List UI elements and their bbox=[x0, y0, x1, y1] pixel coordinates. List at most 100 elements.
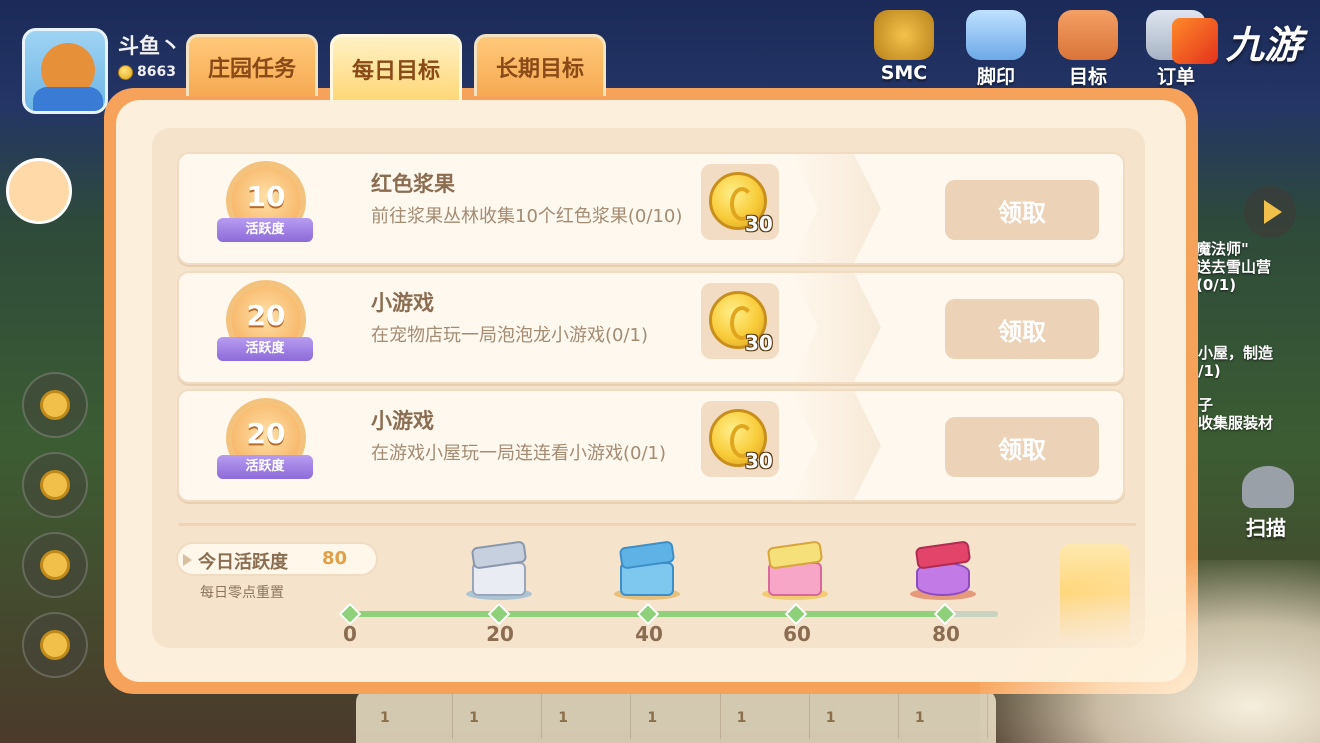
player-avatar[interactable] bbox=[22, 28, 108, 114]
coin-icon bbox=[118, 64, 133, 80]
task-title: 小游戏 bbox=[371, 291, 434, 315]
activity-label: 今日活跃度 bbox=[198, 552, 288, 573]
expand-triangle-icon bbox=[183, 554, 192, 566]
footprint-button[interactable]: 脚印 bbox=[966, 10, 1026, 89]
satellite-dish-icon bbox=[1242, 466, 1294, 508]
inventory-slot[interactable]: 1 bbox=[810, 694, 899, 739]
light-glare bbox=[980, 560, 1320, 743]
section-divider bbox=[178, 523, 1136, 526]
right-quest-3[interactable]: 子 收集服装材 bbox=[1198, 396, 1273, 432]
scan-button[interactable]: 扫描 bbox=[1246, 512, 1286, 541]
inventory-slot[interactable]: 1 bbox=[899, 694, 988, 739]
smc-label: SMC bbox=[880, 62, 928, 84]
milestone-label: 0 bbox=[343, 622, 357, 646]
quest-line: (0/1) bbox=[1196, 276, 1237, 294]
slot-count: 1 bbox=[647, 710, 658, 726]
milestone-label: 20 bbox=[486, 622, 514, 646]
player-coins: 8663 bbox=[118, 64, 176, 80]
friend-avatar[interactable] bbox=[6, 158, 72, 224]
locate-button[interactable] bbox=[22, 612, 88, 678]
activity-badge: 10 活跃度 bbox=[215, 166, 315, 256]
quest-line: 魔法师" bbox=[1196, 240, 1249, 258]
activity-badge: 20 活跃度 bbox=[215, 403, 315, 493]
quest-line: /1) bbox=[1198, 362, 1221, 380]
target-card-icon bbox=[1058, 10, 1118, 60]
target-label: 目标 bbox=[1068, 66, 1107, 88]
play-button[interactable] bbox=[1244, 186, 1296, 238]
quest-line: 送去雪山营 bbox=[1196, 258, 1272, 276]
watermark-logo-icon bbox=[1172, 18, 1218, 64]
gingerbread-icon bbox=[40, 550, 70, 580]
reward-slot: 30 bbox=[701, 401, 779, 477]
slot-count: 1 bbox=[469, 710, 479, 726]
order-label: 订单 bbox=[1156, 66, 1195, 88]
smiley-icon bbox=[40, 470, 70, 500]
reward-slot: 30 bbox=[701, 164, 779, 240]
quest-line: 子 bbox=[1198, 396, 1214, 414]
reward-chest-60[interactable] bbox=[762, 540, 828, 600]
task-title: 小游戏 bbox=[371, 409, 434, 433]
milestone-label: 80 bbox=[932, 622, 960, 646]
task-card: 20 活跃度 小游戏 在游戏小屋玩一局连连看小游戏(0/1) 30 领取 bbox=[177, 389, 1125, 502]
inventory-slot[interactable]: 1 bbox=[721, 694, 810, 739]
inventory-slot[interactable]: 1 bbox=[453, 694, 543, 739]
task-card: 20 活跃度 小游戏 在宠物店玩一局泡泡龙小游戏(0/1) 30 领取 bbox=[177, 271, 1125, 384]
player-name: 斗鱼丶 bbox=[118, 34, 181, 58]
claim-button[interactable]: 领取 bbox=[945, 299, 1099, 359]
task-description: 前往浆果丛林收集10个红色浆果(0/10) bbox=[371, 206, 683, 227]
tab-long-term-goals[interactable]: 长期目标 bbox=[474, 34, 606, 96]
tab-estate-tasks[interactable]: 庄园任务 bbox=[186, 34, 318, 96]
player-coin-count: 8663 bbox=[137, 64, 176, 80]
badge-label: 活跃度 bbox=[217, 455, 313, 479]
scooter-icon bbox=[40, 390, 70, 420]
quest-line: 小屋，制造 bbox=[1198, 344, 1274, 362]
task-title: 红色浆果 bbox=[371, 172, 455, 196]
inventory-slot[interactable]: 1 bbox=[631, 694, 721, 739]
reward-chest-40[interactable] bbox=[614, 540, 680, 600]
target-button[interactable]: 目标 bbox=[1058, 10, 1118, 89]
reward-amount: 30 bbox=[745, 449, 773, 473]
chevron-decoration bbox=[791, 273, 881, 382]
milestone-label: 40 bbox=[635, 622, 663, 646]
activity-value: 80 bbox=[322, 548, 348, 569]
inventory-slot[interactable]: 1 bbox=[364, 694, 454, 739]
reward-chest-20[interactable] bbox=[466, 540, 532, 600]
slot-count: 1 bbox=[380, 710, 390, 726]
right-quest-2[interactable]: 小屋，制造 /1) bbox=[1198, 344, 1273, 380]
smc-badge-icon bbox=[874, 10, 934, 60]
activity-summary[interactable]: 今日活跃度 80 bbox=[176, 542, 378, 576]
avatar-body bbox=[33, 87, 103, 111]
inventory-slot[interactable]: 1 bbox=[542, 694, 632, 739]
claim-button[interactable]: 领取 bbox=[945, 417, 1099, 477]
reward-amount: 30 bbox=[745, 331, 773, 355]
footprint-label: 脚印 bbox=[976, 66, 1015, 88]
quest-line: 收集服装材 bbox=[1198, 414, 1274, 432]
reward-slot: 30 bbox=[701, 283, 779, 359]
claim-button[interactable]: 领取 bbox=[945, 180, 1099, 240]
chevron-decoration bbox=[791, 154, 881, 263]
activity-badge: 20 活跃度 bbox=[215, 285, 315, 375]
reward-amount: 30 bbox=[745, 212, 773, 236]
tab-daily-goals[interactable]: 每日目标 bbox=[330, 34, 462, 100]
badge-value: 20 bbox=[246, 299, 286, 332]
scooter-button[interactable] bbox=[22, 372, 88, 438]
milestone-label: 60 bbox=[783, 622, 811, 646]
inventory-bar: 1 1 1 1 1 1 1 bbox=[356, 690, 996, 743]
reset-note: 每日零点重置 bbox=[200, 585, 284, 601]
right-quest-1[interactable]: 魔法师" 送去雪山营 (0/1) bbox=[1196, 240, 1271, 294]
watermark-text: 九游 bbox=[1226, 23, 1303, 67]
slot-count: 1 bbox=[558, 710, 569, 726]
badge-value: 20 bbox=[246, 417, 286, 450]
emote-button[interactable] bbox=[22, 452, 88, 518]
smc-button[interactable]: SMC bbox=[874, 10, 934, 84]
badge-label: 活跃度 bbox=[217, 218, 313, 242]
character-button[interactable] bbox=[22, 532, 88, 598]
crosshair-icon bbox=[40, 630, 70, 660]
task-description: 在宠物店玩一局泡泡龙小游戏(0/1) bbox=[371, 325, 649, 346]
footprint-icon bbox=[966, 10, 1026, 60]
task-card: 10 活跃度 红色浆果 前往浆果丛林收集10个红色浆果(0/10) 30 领取 bbox=[177, 152, 1125, 265]
task-description: 在游戏小屋玩一局连连看小游戏(0/1) bbox=[371, 443, 667, 464]
reward-chest-80[interactable] bbox=[910, 540, 976, 600]
chevron-decoration bbox=[791, 391, 881, 500]
badge-value: 10 bbox=[246, 180, 286, 213]
